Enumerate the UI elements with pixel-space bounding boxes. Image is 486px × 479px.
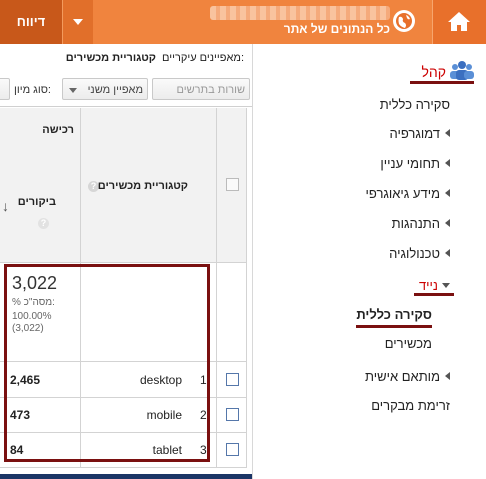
annotation-underline	[414, 293, 454, 296]
sidebar-item-label: נייד	[418, 278, 438, 293]
sidebar-item-label: טכנולוגיה	[389, 246, 440, 261]
sidebar-subitem-devices[interactable]: מכשירים	[385, 336, 432, 351]
sidebar-item-label: דמוגרפיה	[389, 126, 440, 141]
sidebar-item-label: מידע גיאוגרפי	[365, 186, 440, 201]
annotation-underline	[410, 81, 474, 84]
home-button[interactable]	[432, 0, 486, 44]
primary-dimension-row: מאפיינים עיקריים: קטגוריית מכשירים	[0, 44, 244, 72]
visits-column-header[interactable]: ↓ ביקורים ?	[0, 154, 80, 262]
blank-area	[281, 423, 486, 479]
reports-button[interactable]: דיווח	[0, 0, 62, 44]
sidebar-section-audience[interactable]: קהל	[421, 64, 446, 80]
collapse-arrow-icon	[442, 283, 450, 288]
visits-header-label[interactable]: ביקורים	[18, 196, 56, 208]
audience-icon	[449, 60, 475, 80]
sidebar-item-label: התנהגות	[391, 216, 440, 231]
primary-dimension-value[interactable]: קטגוריית מכשירים	[66, 52, 156, 64]
sidebar	[252, 44, 486, 479]
category-column-header[interactable]: ? קטגוריית מכשירים	[80, 108, 216, 262]
select-all-checkbox[interactable]	[226, 178, 239, 191]
sort-type-dropdown[interactable]	[0, 78, 10, 100]
expand-arrow-icon	[445, 159, 450, 167]
help-icon[interactable]: ?	[38, 218, 49, 229]
column-divider	[246, 108, 247, 468]
expand-arrow-icon	[445, 372, 450, 380]
plot-rows-button[interactable]: שורות בתרשים	[152, 78, 250, 100]
bottom-scrollbar-strip	[0, 474, 252, 479]
account-url-blurred	[210, 6, 390, 20]
sidebar-item-users-flow[interactable]: זרימת מבקרים	[371, 398, 450, 413]
sort-descending-icon[interactable]: ↓	[2, 198, 9, 214]
table-toolbar: שורות בתרשים מאפיין משני סוג מיון:	[0, 72, 252, 107]
expand-arrow-icon	[445, 189, 450, 197]
expand-arrow-icon	[445, 219, 450, 227]
account-view-name: כל הנתונים של אתר	[283, 22, 390, 36]
acquisition-header: רכישה	[0, 108, 80, 155]
sidebar-subitem-mobile-overview[interactable]: סקירה כללית	[356, 307, 432, 322]
chevron-down-icon	[69, 88, 77, 93]
secondary-dimension-dropdown[interactable]: מאפיין משני	[62, 78, 148, 100]
sidebar-item-label: תחומי עניין	[380, 156, 440, 171]
sidebar-item-overview[interactable]: סקירה כללית	[380, 97, 450, 112]
row-checkbox[interactable]	[226, 408, 239, 421]
sidebar-item-geo[interactable]: מידע גיאוגרפי	[366, 186, 450, 201]
sidebar-item-interests[interactable]: תחומי עניין	[380, 156, 450, 171]
sidebar-item-mobile[interactable]: נייד	[419, 278, 450, 293]
row-checkbox[interactable]	[226, 373, 239, 386]
category-header-label: קטגוריית מכשירים	[97, 180, 188, 192]
sidebar-item-label: מותאם אישית	[364, 369, 440, 384]
expand-arrow-icon	[445, 249, 450, 257]
chevron-down-icon	[73, 19, 83, 25]
sidebar-item-behavior[interactable]: התנהגות	[392, 216, 450, 231]
annotation-underline	[356, 325, 432, 328]
row-checkbox[interactable]	[226, 443, 239, 456]
secondary-dimension-label: מאפיין משני	[87, 84, 143, 96]
select-all-column	[216, 108, 247, 262]
account-selector[interactable]: כל הנתונים של אתר	[210, 6, 390, 40]
acquisition-header-label: רכישה	[42, 124, 74, 136]
home-icon	[448, 12, 470, 31]
sidebar-item-technology[interactable]: טכנולוגיה	[389, 246, 450, 261]
primary-dimension-label: מאפיינים עיקריים:	[162, 52, 244, 64]
globe-icon[interactable]	[393, 10, 415, 32]
sidebar-item-demographics[interactable]: דמוגרפיה	[390, 126, 450, 141]
expand-arrow-icon	[445, 129, 450, 137]
sidebar-item-custom[interactable]: מותאם אישית	[365, 369, 450, 384]
reports-dropdown-button[interactable]	[62, 0, 93, 44]
sort-type-label: סוג מיון:	[14, 84, 51, 96]
highlight-annotation-box	[4, 264, 210, 462]
